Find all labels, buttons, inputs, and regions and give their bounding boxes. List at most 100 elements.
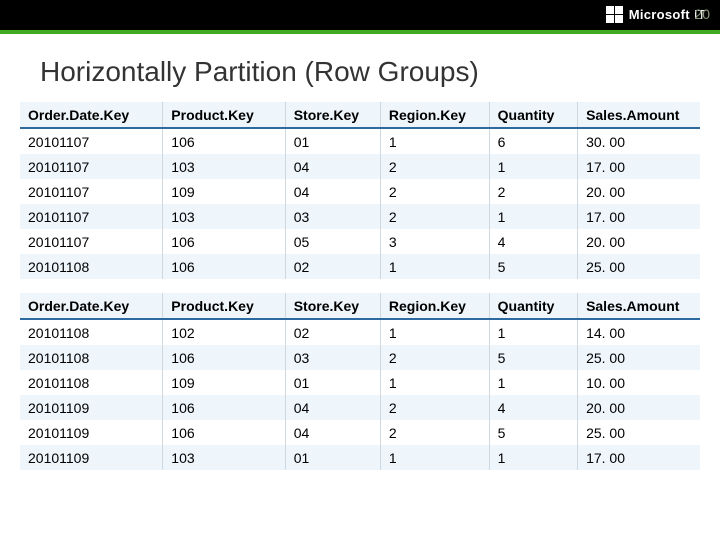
table-cell: 102 — [163, 319, 285, 345]
table-cell: 2 — [380, 420, 489, 445]
row-group-2: Order.Date.KeyProduct.KeyStore.KeyRegion… — [20, 293, 700, 470]
table-cell: 20101108 — [20, 254, 163, 279]
table-cell: 30. 00 — [578, 128, 700, 154]
page-number: 20 — [694, 6, 710, 22]
table-cell: 01 — [285, 370, 380, 395]
table-cell: 25. 00 — [578, 254, 700, 279]
top-bar: Microsoft IT 20 — [0, 0, 720, 34]
table-cell: 04 — [285, 395, 380, 420]
table-row: 20101107103032117. 00 — [20, 204, 700, 229]
table-cell: 106 — [163, 128, 285, 154]
table-cell: 20101107 — [20, 179, 163, 204]
table-cell: 03 — [285, 204, 380, 229]
table-row: 20101108106021525. 00 — [20, 254, 700, 279]
column-header: Region.Key — [380, 102, 489, 128]
table-cell: 10. 00 — [578, 370, 700, 395]
table-cell: 5 — [489, 420, 577, 445]
table-cell: 20. 00 — [578, 229, 700, 254]
table-cell: 02 — [285, 254, 380, 279]
table-cell: 04 — [285, 420, 380, 445]
table-row: 20101107106053420. 00 — [20, 229, 700, 254]
table-cell: 2 — [380, 179, 489, 204]
table-cell: 1 — [380, 370, 489, 395]
column-header: Quantity — [489, 102, 577, 128]
table-cell: 1 — [489, 445, 577, 470]
table-cell: 17. 00 — [578, 445, 700, 470]
table-cell: 20101109 — [20, 445, 163, 470]
table-cell: 109 — [163, 370, 285, 395]
table-cell: 106 — [163, 395, 285, 420]
brand-name: Microsoft — [629, 7, 690, 22]
table-row: 20101108102021114. 00 — [20, 319, 700, 345]
table-cell: 2 — [380, 345, 489, 370]
table-cell: 1 — [380, 319, 489, 345]
table-cell: 20. 00 — [578, 395, 700, 420]
column-header: Sales.Amount — [578, 293, 700, 319]
table-cell: 01 — [285, 128, 380, 154]
table-row: 20101109106042420. 00 — [20, 395, 700, 420]
table-cell: 01 — [285, 445, 380, 470]
column-header: Order.Date.Key — [20, 102, 163, 128]
table-cell: 4 — [489, 229, 577, 254]
column-header: Store.Key — [285, 102, 380, 128]
table-cell: 20101108 — [20, 345, 163, 370]
table-cell: 20101108 — [20, 370, 163, 395]
table-cell: 20101109 — [20, 395, 163, 420]
table-cell: 6 — [489, 128, 577, 154]
table-cell: 25. 00 — [578, 345, 700, 370]
table-cell: 20101107 — [20, 229, 163, 254]
table-cell: 1 — [380, 445, 489, 470]
table-cell: 2 — [380, 154, 489, 179]
table-cell: 1 — [380, 128, 489, 154]
table-cell: 103 — [163, 154, 285, 179]
table-cell: 2 — [380, 204, 489, 229]
table-cell: 04 — [285, 179, 380, 204]
column-header: Order.Date.Key — [20, 293, 163, 319]
table-cell: 17. 00 — [578, 204, 700, 229]
table-row: 20101108106032525. 00 — [20, 345, 700, 370]
table-cell: 20101107 — [20, 128, 163, 154]
table-cell: 109 — [163, 179, 285, 204]
column-header: Product.Key — [163, 293, 285, 319]
table-cell: 4 — [489, 395, 577, 420]
table-cell: 1 — [489, 204, 577, 229]
table-cell: 20101108 — [20, 319, 163, 345]
table-cell: 106 — [163, 420, 285, 445]
table-cell: 25. 00 — [578, 420, 700, 445]
table-row: 20101107103042117. 00 — [20, 154, 700, 179]
column-header: Region.Key — [380, 293, 489, 319]
page-title: Horizontally Partition (Row Groups) — [0, 34, 720, 102]
table-cell: 03 — [285, 345, 380, 370]
table-cell: 1 — [489, 319, 577, 345]
column-header: Product.Key — [163, 102, 285, 128]
table-container: Order.Date.KeyProduct.KeyStore.KeyRegion… — [0, 102, 720, 470]
table-cell: 5 — [489, 345, 577, 370]
table-row: 20101108109011110. 00 — [20, 370, 700, 395]
table-cell: 5 — [489, 254, 577, 279]
table-cell: 106 — [163, 254, 285, 279]
brand-logo: Microsoft IT — [606, 6, 706, 23]
column-header: Store.Key — [285, 293, 380, 319]
table-cell: 1 — [380, 254, 489, 279]
table-row: 20101109103011117. 00 — [20, 445, 700, 470]
row-group-1: Order.Date.KeyProduct.KeyStore.KeyRegion… — [20, 102, 700, 279]
windows-icon — [606, 6, 623, 23]
table-cell: 17. 00 — [578, 154, 700, 179]
table-cell: 106 — [163, 229, 285, 254]
table-row: 20101107106011630. 00 — [20, 128, 700, 154]
table-cell: 2 — [380, 395, 489, 420]
table-cell: 2 — [489, 179, 577, 204]
group-gap — [20, 279, 700, 293]
table-row: 20101107109042220. 00 — [20, 179, 700, 204]
table-cell: 20101109 — [20, 420, 163, 445]
table-row: 20101109106042525. 00 — [20, 420, 700, 445]
table-cell: 04 — [285, 154, 380, 179]
table-cell: 02 — [285, 319, 380, 345]
table-cell: 103 — [163, 445, 285, 470]
table-cell: 3 — [380, 229, 489, 254]
column-header: Quantity — [489, 293, 577, 319]
table-cell: 20101107 — [20, 204, 163, 229]
column-header: Sales.Amount — [578, 102, 700, 128]
table-cell: 106 — [163, 345, 285, 370]
table-cell: 20101107 — [20, 154, 163, 179]
